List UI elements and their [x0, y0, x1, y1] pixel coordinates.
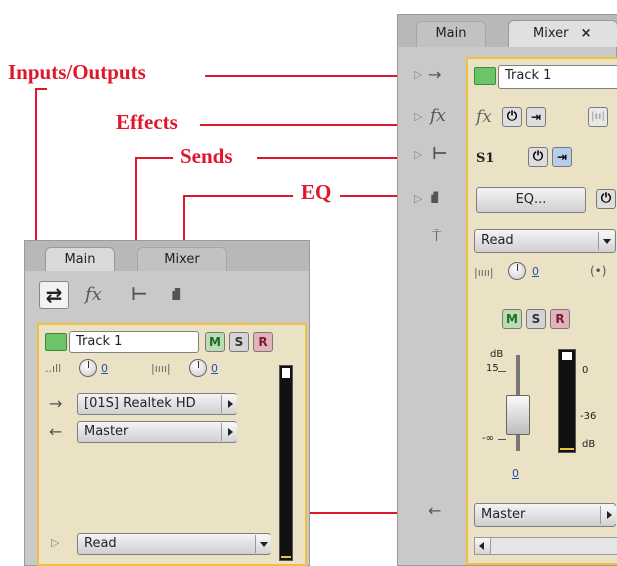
left-pan-knob[interactable]	[189, 359, 207, 377]
right-record-button[interactable]: R	[550, 309, 570, 329]
left-track-name-field[interactable]: Track 1	[69, 331, 199, 353]
right-tab-main[interactable]: Main	[416, 21, 486, 47]
right-tab-mixer-label: Mixer	[533, 26, 569, 41]
fx-rack-button[interactable]: |ıı|	[588, 107, 608, 127]
send-power-button[interactable]: ⏻	[528, 147, 548, 167]
right-track-name-field[interactable]: Track 1	[498, 65, 617, 89]
meter-scale-mid: -36	[580, 411, 597, 422]
left-automation-arrow[interactable]	[255, 535, 271, 553]
inputs-outputs-toggle[interactable]: ⇄	[39, 281, 69, 309]
fader-value[interactable]: 0	[512, 467, 519, 480]
sends-expand-icon[interactable]: ▷	[414, 149, 422, 160]
input-device-select[interactable]: [01S] Realtek HD	[77, 393, 237, 415]
right-track-input-icon[interactable]	[474, 67, 496, 85]
right-output-select[interactable]: Master	[474, 503, 616, 527]
sends-callout: Sends	[180, 144, 233, 168]
effects-callout: Effects	[116, 110, 178, 134]
right-level-meter	[558, 349, 576, 453]
eq-leader-horizontal	[183, 195, 293, 197]
fx-expand-icon[interactable]: ▷	[414, 111, 422, 122]
scroll-left-arrow[interactable]	[475, 538, 491, 554]
meter-scale-top: 0	[582, 365, 589, 376]
input-arrow-icon: →	[49, 394, 63, 413]
left-volume-value[interactable]: 0	[101, 362, 108, 375]
output-arrow-icon: ←	[49, 422, 63, 441]
left-solo-button[interactable]: S	[229, 332, 249, 352]
right-pan-knob[interactable]	[508, 262, 526, 280]
eq-icon[interactable]: ıll	[171, 287, 182, 303]
track-input-icon[interactable]	[45, 333, 67, 351]
right-automation-select[interactable]: Read	[474, 229, 616, 253]
right-automation-arrow[interactable]	[598, 232, 614, 250]
eq-callout: EQ	[301, 180, 332, 204]
send-prefader-button[interactable]: ⇥	[552, 147, 572, 167]
effects-leader	[200, 124, 410, 126]
left-track-strip: Track 1 M S R ..ıll 0 |ıııı| 0 → [01S] R…	[37, 323, 307, 566]
output-section-icon: ←	[428, 501, 442, 520]
fx-power-button[interactable]: ⏻	[502, 107, 522, 127]
fader-tick-1	[498, 371, 506, 372]
volume-ramp-icon: ..ıll	[45, 362, 62, 375]
meter-peak	[282, 368, 290, 378]
left-automation-select[interactable]: Read	[77, 533, 271, 555]
left-tab-main[interactable]: Main	[45, 247, 115, 271]
io-leader-top	[35, 88, 47, 90]
right-tab-mixer[interactable]: Mixer ×	[508, 20, 617, 47]
left-volume-knob[interactable]	[79, 359, 97, 377]
fx-insert-button[interactable]: ⇥	[526, 107, 546, 127]
fx-section-icon: fx	[430, 106, 446, 126]
left-mixer-panel: Main Mixer ⇄ fx ⊢ ıll Track 1 M S R ..ıl…	[24, 240, 310, 566]
io-expand-icon[interactable]: ▷	[414, 69, 422, 80]
fader-db-label: dB	[490, 349, 504, 360]
right-meter-floor	[560, 448, 574, 450]
output-select-arrow[interactable]	[221, 423, 237, 441]
left-pan-value[interactable]: 0	[211, 362, 218, 375]
pan-width-icon: |ıııı|	[151, 362, 171, 375]
fader-scale-top: 15	[486, 363, 499, 374]
right-fx-label: fx	[476, 107, 492, 127]
eq-power-button[interactable]: ⏻	[596, 189, 616, 209]
left-record-button[interactable]: R	[253, 332, 273, 352]
automation-expand-icon[interactable]: ▷	[51, 537, 59, 548]
meter-scale-unit: dB	[582, 439, 596, 450]
automation-pin-icon: ⍑	[432, 227, 442, 245]
eq-section-icon: ıll	[430, 189, 440, 207]
sends-leader	[257, 157, 407, 159]
meter-floor	[281, 556, 291, 558]
right-meter-peak	[562, 352, 572, 360]
right-pan-value[interactable]: 0	[532, 265, 539, 278]
volume-fader-handle[interactable]	[506, 395, 530, 435]
send-label: S1	[476, 151, 495, 166]
output-select[interactable]: Master	[77, 421, 237, 443]
sends-leader-horizontal	[135, 157, 173, 159]
left-level-meter	[279, 365, 293, 561]
inputs-outputs-callout: Inputs/Outputs	[8, 60, 146, 84]
right-mixer-panel: Main Mixer × ▷ → ▷ fx ▷ ⊢ ▷ ıll ⍑ ← Trac…	[397, 14, 617, 566]
fader-scale-bottom: -∞	[482, 433, 494, 444]
sends-icon[interactable]: ⊢	[131, 286, 147, 304]
tab-close-icon[interactable]: ×	[581, 26, 592, 41]
left-mute-button[interactable]: M	[205, 332, 225, 352]
stereo-icon[interactable]: (•)	[590, 265, 606, 277]
eq-button[interactable]: EQ...	[476, 187, 586, 213]
horizontal-scrollbar[interactable]	[474, 537, 617, 555]
input-device-arrow[interactable]	[221, 395, 237, 413]
right-mute-button[interactable]: M	[502, 309, 522, 329]
right-output-arrow[interactable]	[600, 506, 616, 524]
right-solo-button[interactable]: S	[526, 309, 546, 329]
fx-icon[interactable]: fx	[85, 286, 102, 304]
eq-expand-icon[interactable]: ▷	[414, 193, 422, 204]
right-track-strip: Track 1 fx ⏻ ⇥ |ıı| S1 ⏻ ⇥ EQ... ⏻ Read …	[466, 57, 617, 565]
right-pan-width-icon: |ıııı|	[474, 266, 494, 279]
fader-tick-2	[498, 439, 506, 440]
io-section-icon: →	[428, 65, 442, 84]
left-tab-mixer[interactable]: Mixer	[137, 247, 227, 271]
sends-section-icon: ⊢	[432, 144, 448, 164]
inputs-outputs-leader	[205, 75, 407, 77]
